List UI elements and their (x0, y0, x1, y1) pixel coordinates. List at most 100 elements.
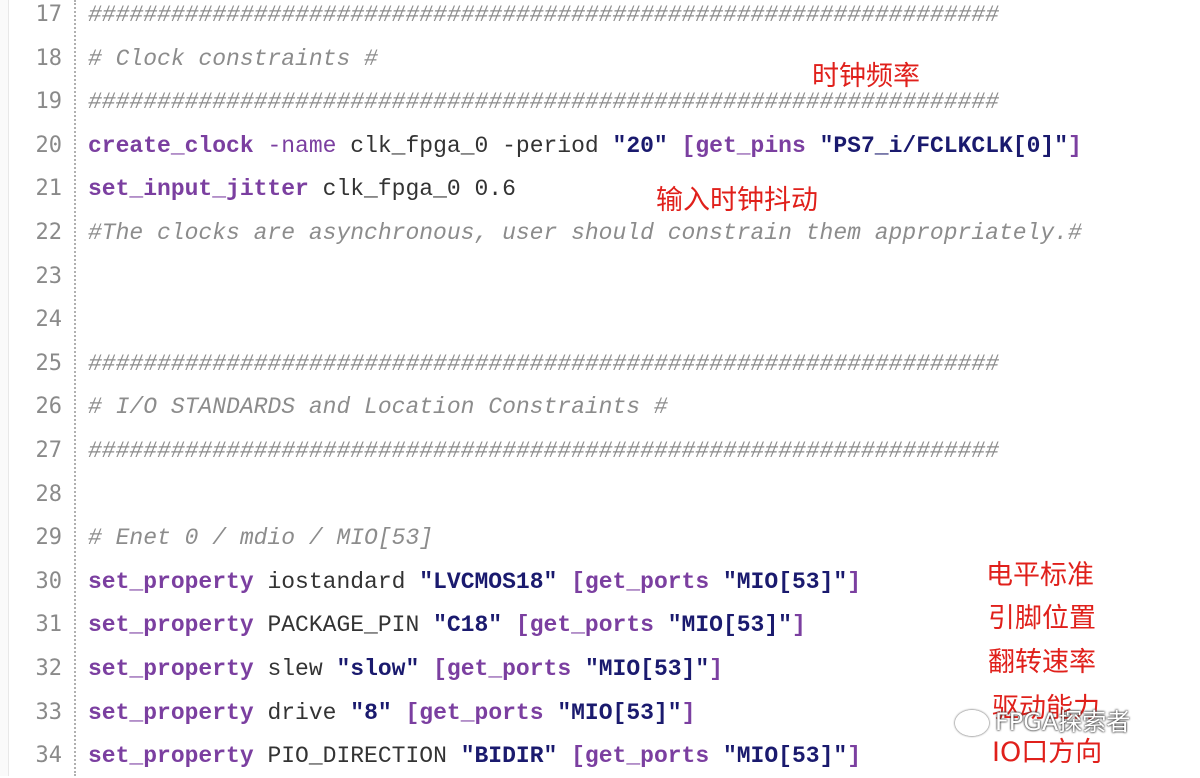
token-kw: set_property (88, 568, 254, 595)
watermark: FPGA探索者 (955, 702, 1130, 737)
token-comment: # Enet 0 / mdio / MIO[53] (88, 525, 434, 552)
line-code: set_input_jitter clk_fpga_0 0.6 (88, 167, 516, 211)
token-brk: ] (791, 612, 806, 639)
line-code: set_property PIO_DIRECTION "BIDIR" [get_… (88, 734, 861, 778)
annotation-input-jitter: 输入时钟抖动 (656, 185, 818, 216)
line-number: 29 (35, 525, 63, 551)
token-comment: ########################################… (88, 2, 999, 28)
line-code: set_property drive "8" [get_ports "MIO[5… (88, 691, 695, 735)
token-brk: [get_ports (571, 743, 723, 770)
code-line[interactable]: 24 (0, 298, 1200, 342)
token-comment: ########################################… (88, 89, 999, 116)
token-brk: [get_ports (571, 568, 723, 595)
token-str: "LVCMOS18" (419, 568, 558, 595)
token-brk: [get_pins (681, 132, 820, 159)
token-brk: [get_ports (405, 699, 558, 726)
annotation-clock-freq: 时钟频率 (812, 61, 920, 92)
token-str: "BIDIR" (460, 743, 558, 770)
line-number: 27 (35, 438, 63, 463)
token-kw: create_clock (88, 132, 254, 159)
line-number: 17 (35, 2, 63, 27)
line-number: 23 (35, 263, 63, 289)
token-brk: ] (1068, 132, 1082, 159)
token-brk: [get_ports (433, 656, 585, 682)
code-line[interactable]: 23 (0, 255, 1200, 299)
token-brk: ] (847, 568, 861, 595)
annotation-slew: 翻转速率 (988, 647, 1096, 678)
token-str: "C18" (433, 612, 503, 639)
token-kw: set_property (88, 612, 254, 639)
line-number: 22 (35, 220, 63, 245)
token-plain: PACKAGE_PIN (253, 612, 434, 639)
code-line[interactable]: 18 # Clock constraints # (0, 37, 1200, 81)
code-line[interactable]: 27 ######################################… (0, 429, 1200, 473)
line-code: create_clock -name clk_fpga_0 -period "2… (88, 124, 1082, 168)
token-plain: drive (253, 699, 351, 726)
token-str: "PS7_i/FCLKCLK[0]" (819, 132, 1069, 159)
token-kw: set_property (88, 699, 254, 726)
code-line[interactable]: 26 # I/O STANDARDS and Location Constrain… (0, 385, 1200, 429)
code-line[interactable]: 25 ######################################… (0, 342, 1200, 386)
token-brk: [get_ports (515, 612, 668, 639)
token-str: "20" (612, 132, 668, 159)
token-comment: ########################################… (88, 438, 999, 464)
line-code: set_property iostandard "LVCMOS18" [get_… (88, 560, 861, 604)
line-number: 26 (35, 394, 63, 420)
line-number: 18 (35, 45, 63, 71)
line-number: 34 (35, 743, 63, 769)
token-comment: # Clock constraints # (88, 45, 378, 72)
annotation-package-pin: 引脚位置 (988, 603, 1096, 634)
line-code: #The clocks are asynchronous, user shoul… (88, 211, 1082, 255)
token-plain: slew (253, 656, 337, 682)
line-number: 25 (35, 350, 63, 376)
token-str: "MIO[53]" (722, 568, 848, 595)
token-brk: ] (847, 743, 861, 770)
watermark-text: FPGA探索者 (995, 708, 1131, 736)
line-number: 31 (35, 612, 63, 638)
code-editor[interactable]: 17 ######################################… (0, 0, 1200, 776)
line-code: # I/O STANDARDS and Location Constraints… (88, 385, 668, 429)
code-line[interactable]: 28 (0, 473, 1200, 517)
line-code: # Clock constraints # (88, 37, 378, 81)
line-code: # Enet 0 / mdio / MIO[53] (88, 516, 433, 560)
line-code: set_property slew "slow" [get_ports "MIO… (88, 647, 723, 691)
line-code: set_property PACKAGE_PIN "C18" [get_port… (88, 603, 806, 647)
token-str: "MIO[53]" (584, 656, 710, 682)
code-line[interactable]: 21 set_input_jitter clk_fpga_0 0.6 (0, 167, 1200, 211)
wechat-icon (955, 710, 989, 736)
code-line[interactable]: 22 #The clocks are asynchronous, user sho… (0, 211, 1200, 255)
code-line[interactable]: 17 ######################################… (0, 0, 1200, 37)
token-str: "MIO[53]" (667, 612, 792, 639)
line-number: 20 (35, 132, 63, 158)
token-comment: #The clocks are asynchronous, user shoul… (88, 220, 1082, 246)
token-kw: set_input_jitter (88, 176, 309, 203)
token-comment: ########################################… (88, 350, 999, 377)
line-code: ########################################… (88, 429, 999, 473)
token-comment: # I/O STANDARDS and Location Constraints… (88, 394, 668, 421)
line-number: 33 (35, 699, 63, 725)
token-kw: set_property (88, 656, 254, 682)
token-plain: clk_fpga_0 0.6 (308, 176, 516, 203)
token-brk: ] (681, 699, 696, 726)
token-str: "slow" (336, 656, 420, 682)
token-brk: ] (709, 656, 723, 682)
line-number: 21 (35, 176, 63, 202)
code-line[interactable]: 20 create_clock -name clk_fpga_0 -period … (0, 124, 1200, 168)
line-number: 32 (35, 656, 63, 681)
annotation-iostandard: 电平标准 (986, 560, 1094, 591)
line-number: 19 (35, 89, 63, 115)
token-plain: clk_fpga_0 -period (336, 132, 613, 159)
line-number: 24 (35, 307, 63, 333)
token-str: "MIO[53]" (557, 699, 682, 726)
token-str: "MIO[53]" (722, 743, 848, 770)
line-number: 28 (35, 481, 63, 507)
token-kw: set_property (88, 743, 254, 770)
line-code: ########################################… (88, 0, 999, 37)
code-line[interactable]: 19 ######################################… (0, 80, 1200, 124)
line-number: 30 (35, 568, 63, 594)
